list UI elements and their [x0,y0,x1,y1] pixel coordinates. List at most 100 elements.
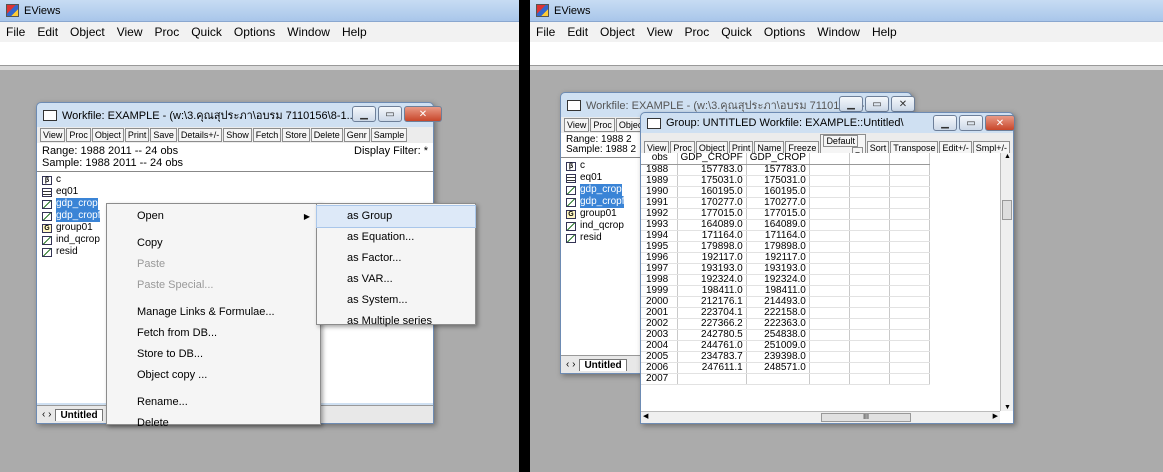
menu-item-open[interactable]: Open ▶ [107,206,320,227]
table-cell[interactable]: 171164.0 [677,230,747,242]
table-cell[interactable]: 198411.0 [677,285,747,297]
sample-text[interactable]: Sample: 1988 2011 -- 24 obs [42,157,428,169]
menu-view[interactable]: View [641,25,679,39]
table-cell[interactable] [849,241,890,253]
menu-quick[interactable]: Quick [185,25,228,39]
submenu-as-group[interactable]: as Group [316,205,476,228]
table-cell[interactable] [849,252,890,264]
table-cell[interactable] [809,219,850,231]
table-cell[interactable] [809,241,850,253]
menu-proc[interactable]: Proc [149,25,186,39]
delete-button[interactable]: Delete [310,128,343,142]
table-cell[interactable] [809,340,850,352]
table-cell[interactable]: 179898.0 [746,241,810,253]
table-cell[interactable] [809,164,850,176]
vertical-scrollbar[interactable]: ▲ ▼ [1000,153,1013,411]
menu-quick[interactable]: Quick [715,25,758,39]
menu-item-rename[interactable]: Rename... [107,392,320,413]
table-cell[interactable]: 192117.0 [746,252,810,264]
table-cell[interactable] [889,296,930,308]
column-header[interactable]: GDP_CROP [746,153,810,165]
table-cell[interactable] [889,241,930,253]
column-header[interactable] [809,153,850,165]
table-cell[interactable] [889,373,930,385]
table-cell[interactable] [809,318,850,330]
fetch-button[interactable]: Fetch [252,128,282,142]
genr-button[interactable]: Genr [343,128,370,142]
row-header[interactable]: 1990 [641,186,678,198]
column-header[interactable] [889,153,930,165]
table-cell[interactable] [849,175,890,187]
minimize-icon[interactable]: ▁ [933,115,957,131]
view-button[interactable]: View [40,128,66,142]
menu-options[interactable]: Options [228,25,281,39]
table-cell[interactable]: 251009.0 [746,340,810,352]
table-cell[interactable]: 164089.0 [677,219,747,231]
table-cell[interactable] [849,197,890,209]
print-button[interactable]: Print [124,128,150,142]
table-cell[interactable] [849,164,890,176]
menu-view[interactable]: View [111,25,149,39]
table-cell[interactable] [809,197,850,209]
table-cell[interactable] [809,285,850,297]
table-cell[interactable]: 160195.0 [746,186,810,198]
menu-help[interactable]: Help [866,25,903,39]
table-cell[interactable] [849,208,890,220]
menu-window[interactable]: Window [811,25,866,39]
show-button[interactable]: Show [223,128,252,142]
table-cell[interactable]: 177015.0 [746,208,810,220]
close-icon[interactable]: ✕ [985,115,1015,131]
table-cell[interactable]: 244761.0 [677,340,747,352]
table-cell[interactable] [889,230,930,242]
row-header[interactable]: 2000 [641,296,678,308]
table-cell[interactable]: 177015.0 [677,208,747,220]
menu-object[interactable]: Object [64,25,111,39]
row-header[interactable]: 1991 [641,197,678,209]
menu-item-object-copy[interactable]: Object copy ... [107,365,320,386]
table-cell[interactable] [849,285,890,297]
scroll-thumb[interactable] [1002,200,1012,220]
close-icon[interactable]: ✕ [891,96,915,112]
close-icon[interactable]: ✕ [404,106,442,122]
proc-button[interactable]: Proc [66,128,91,142]
submenu-as-equation[interactable]: as Equation... [317,227,475,248]
column-header[interactable]: GDP_CROPF [677,153,747,165]
table-cell[interactable]: 192324.0 [677,274,747,286]
table-cell[interactable]: 214493.0 [746,296,810,308]
tab-untitled[interactable]: Untitled [55,408,103,421]
table-cell[interactable]: 222363.0 [746,318,810,330]
table-cell[interactable]: 192324.0 [746,274,810,286]
table-cell[interactable]: 193193.0 [677,263,747,275]
menu-edit[interactable]: Edit [31,25,64,39]
list-item[interactable]: eq01 [42,186,428,198]
table-cell[interactable]: 170277.0 [746,197,810,209]
table-cell[interactable] [849,274,890,286]
minimize-icon[interactable]: ▁ [839,96,863,112]
table-cell[interactable] [889,340,930,352]
maximize-icon[interactable]: ▭ [959,115,983,131]
table-cell[interactable] [849,340,890,352]
object-button[interactable]: Object [91,128,124,142]
table-cell[interactable]: 179898.0 [677,241,747,253]
menu-item-delete[interactable]: Delete [107,413,320,434]
table-cell[interactable] [889,285,930,297]
list-item[interactable]: βc [42,174,428,186]
table-cell[interactable]: 157783.0 [746,164,810,176]
table-cell[interactable]: 160195.0 [677,186,747,198]
submenu-as-multiple-series[interactable]: as Multiple series [317,311,475,332]
menu-help[interactable]: Help [336,25,373,39]
table-cell[interactable] [677,373,747,385]
command-window[interactable] [530,42,1163,66]
row-header[interactable]: 1995 [641,241,678,253]
menu-item-copy[interactable]: Copy [107,233,320,254]
menu-options[interactable]: Options [758,25,811,39]
row-header[interactable]: 1996 [641,252,678,264]
table-cell[interactable] [889,186,930,198]
menu-object[interactable]: Object [594,25,641,39]
table-cell[interactable] [849,318,890,330]
row-header[interactable]: 1994 [641,230,678,242]
scroll-left-icon[interactable]: ◀ [643,412,648,420]
table-cell[interactable]: 222158.0 [746,307,810,319]
table-cell[interactable] [849,362,890,374]
sample-button[interactable]: Sample [370,128,408,142]
